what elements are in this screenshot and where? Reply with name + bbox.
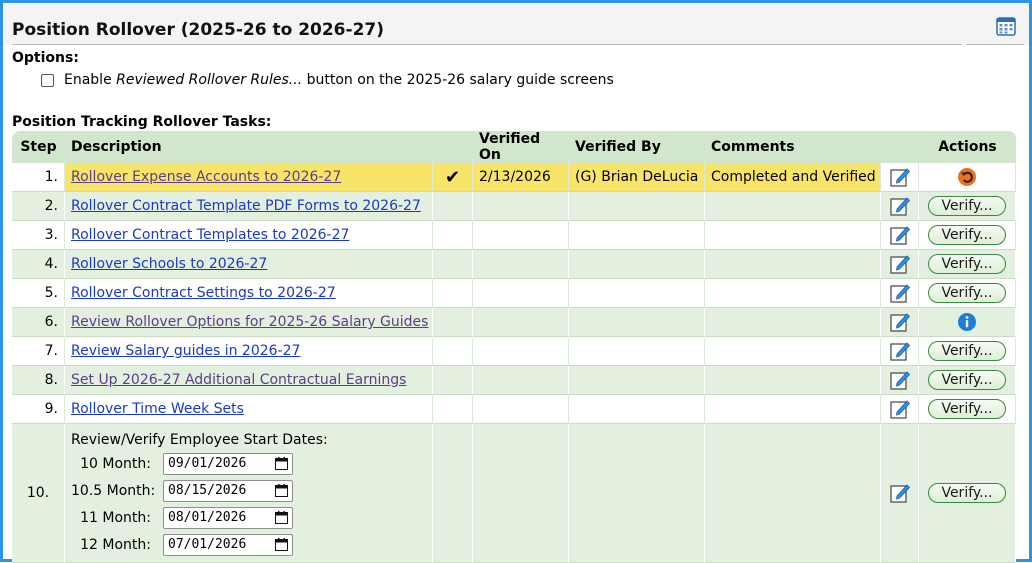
title-bar: Position Rollover (2025-26 to 2026-27) (3, 3, 1029, 45)
undo-icon[interactable] (957, 167, 977, 187)
calendar-picker-icon[interactable] (275, 511, 288, 524)
verify-button[interactable]: Verify... (928, 341, 1006, 361)
task-link[interactable]: Rollover Contract Template PDF Forms to … (71, 198, 421, 214)
task-link[interactable]: Rollover Expense Accounts to 2026-27 (71, 169, 341, 185)
date-label: 10 Month: (80, 455, 151, 472)
start-dates-cell: Review/Verify Employee Start Dates: 10 M… (65, 424, 433, 563)
verify-button[interactable]: Verify... (928, 399, 1006, 419)
table-row: 7. Review Salary guides in 2026-27 Verif… (12, 337, 1016, 366)
table-row: 8. Set Up 2026-27 Additional Contractual… (12, 366, 1016, 395)
verify-button[interactable]: Verify... (928, 483, 1006, 503)
start-date-input-12-month[interactable]: 07/01/2026 (163, 533, 293, 556)
info-icon[interactable] (957, 312, 977, 332)
calendar-picker-icon[interactable] (275, 538, 288, 551)
task-link[interactable]: Rollover Contract Settings to 2026-27 (71, 285, 336, 301)
row-step: 1. (12, 163, 65, 192)
date-row: 10 Month: 09/01/2026 (71, 450, 426, 477)
date-row: 11 Month: 08/01/2026 (71, 504, 426, 531)
date-value: 09/01/2026 (168, 456, 247, 471)
edit-icon[interactable] (889, 195, 911, 217)
title-divider-right (966, 44, 1024, 45)
table-row: 3. Rollover Contract Templates to 2026-2… (12, 221, 1016, 250)
edit-icon[interactable] (889, 398, 911, 420)
row-step: 5. (12, 279, 65, 308)
edit-icon[interactable] (889, 482, 911, 504)
edit-icon[interactable] (889, 369, 911, 391)
table-row: 10. Review/Verify Employee Start Dates: … (12, 424, 1016, 563)
enable-reviewed-rules-option: Enable Reviewed Rollover Rules... button… (41, 72, 614, 88)
task-link[interactable]: Rollover Contract Templates to 2026-27 (71, 227, 349, 243)
edit-icon[interactable] (889, 282, 911, 304)
row-step: 7. (12, 337, 65, 366)
calendar-icon[interactable] (996, 16, 1016, 36)
rollover-tasks-table: Step Description Verified On Verified By… (12, 131, 1016, 563)
enable-reviewed-rules-checkbox[interactable] (41, 73, 54, 87)
task-link[interactable]: Rollover Time Week Sets (71, 401, 244, 417)
date-label: 11 Month: (80, 509, 151, 526)
col-comments: Comments (705, 131, 881, 163)
edit-icon[interactable] (889, 224, 911, 246)
row-step: 9. (12, 395, 65, 424)
date-value: 08/01/2026 (168, 510, 247, 525)
page-title: Position Rollover (2025-26 to 2026-27) (12, 20, 384, 40)
verify-button[interactable]: Verify... (928, 283, 1006, 303)
edit-icon[interactable] (889, 340, 911, 362)
edit-icon[interactable] (889, 311, 911, 333)
col-step: Step (12, 131, 65, 163)
table-row: 5. Rollover Contract Settings to 2026-27… (12, 279, 1016, 308)
col-description: Description (65, 131, 433, 163)
date-row: 10.5 Month: 08/15/2026 (71, 477, 426, 504)
row-step: 6. (12, 308, 65, 337)
table-row: 9. Rollover Time Week Sets Verify... (12, 395, 1016, 424)
options-label: Options: (12, 50, 79, 66)
task-link[interactable]: Review Rollover Options for 2025-26 Sala… (71, 314, 428, 330)
date-label: 10.5 Month: (71, 482, 156, 499)
edit-icon[interactable] (889, 253, 911, 275)
verified-by: (G) Brian DeLucia (569, 163, 705, 192)
option-text-suffix: button on the 2025-26 salary guide scree… (302, 72, 614, 88)
start-dates-heading: Review/Verify Employee Start Dates: (71, 432, 328, 448)
verified-on: 2/13/2026 (473, 163, 569, 192)
task-link[interactable]: Rollover Schools to 2026-27 (71, 256, 267, 272)
verified-check-icon: ✔ (433, 163, 473, 192)
date-value: 07/01/2026 (168, 537, 247, 552)
edit-icon[interactable] (889, 166, 911, 188)
col-verified-on: Verified On (473, 131, 569, 163)
option-text-italic: Reviewed Rollover Rules... (116, 72, 303, 88)
verify-button[interactable]: Verify... (928, 370, 1006, 390)
row-step: 10. (12, 424, 65, 563)
task-link[interactable]: Review Salary guides in 2026-27 (71, 343, 300, 359)
col-check (433, 131, 473, 163)
table-row: 4. Rollover Schools to 2026-27 Verify... (12, 250, 1016, 279)
task-link[interactable]: Set Up 2026-27 Additional Contractual Ea… (71, 372, 406, 388)
verify-button[interactable]: Verify... (928, 254, 1006, 274)
table-row: 1. Rollover Expense Accounts to 2026-27 … (12, 163, 1016, 192)
col-edit (881, 131, 919, 163)
date-value: 08/15/2026 (168, 483, 247, 498)
title-divider (12, 44, 962, 45)
start-date-input-10-month[interactable]: 09/01/2026 (163, 452, 293, 475)
calendar-picker-icon[interactable] (275, 457, 288, 470)
table-row: 2. Rollover Contract Template PDF Forms … (12, 192, 1016, 221)
col-verified-by: Verified By (569, 131, 705, 163)
row-step: 2. (12, 192, 65, 221)
table-row: 6. Review Rollover Options for 2025-26 S… (12, 308, 1016, 337)
row-step: 4. (12, 250, 65, 279)
table-header: Step Description Verified On Verified By… (12, 131, 1016, 163)
start-date-input-11-month[interactable]: 08/01/2026 (163, 506, 293, 529)
calendar-picker-icon[interactable] (275, 484, 288, 497)
start-date-input-10-5-month[interactable]: 08/15/2026 (163, 479, 293, 502)
verify-button[interactable]: Verify... (928, 225, 1006, 245)
verify-button[interactable]: Verify... (928, 196, 1006, 216)
date-row: 12 Month: 07/01/2026 (71, 531, 426, 558)
date-label: 12 Month: (80, 536, 151, 553)
row-step: 3. (12, 221, 65, 250)
comments: Completed and Verified (705, 163, 881, 192)
tasks-label: Position Tracking Rollover Tasks: (12, 114, 272, 130)
col-actions: Actions (919, 131, 1016, 163)
row-step: 8. (12, 366, 65, 395)
option-text-prefix: Enable (64, 72, 117, 88)
